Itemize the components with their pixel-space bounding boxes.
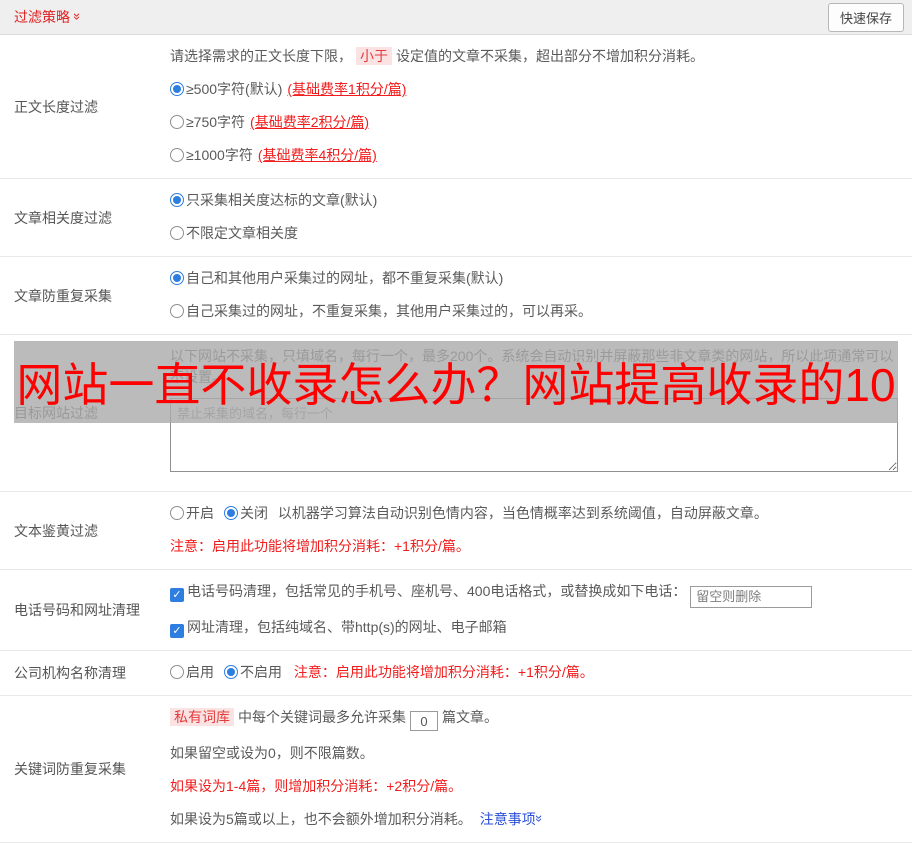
porn-filter-desc: 以机器学习算法自动识别色情内容，当色情概率达到系统阈值，自动屏蔽文章。 (278, 505, 768, 521)
company-clean-options: 启用 不启用 注意：启用此功能将增加积分消耗：+1积分/篇。 (170, 662, 898, 683)
row-label: 公司机构名称清理 (0, 651, 170, 695)
fee-note: (基础费率4积分/篇) (258, 147, 377, 163)
radio-dedupe-all-users[interactable] (170, 271, 184, 285)
radio-500-chars[interactable] (170, 82, 184, 96)
header-bar: 过滤策略 » 快速保存 (0, 0, 912, 35)
row-label: 文章相关度过滤 (0, 179, 170, 256)
radio-porn-filter-on[interactable] (170, 506, 184, 520)
keyword-limit-tail: 篇文章。 (442, 709, 498, 725)
keyword-note-5plus: 如果设为5篇或以上，也不会额外增加积分消耗。 (170, 811, 472, 827)
porn-filter-options: 开启 关闭 以机器学习算法自动识别色情内容，当色情概率达到系统阈值，自动屏蔽文章。 (170, 503, 898, 524)
row-anti-duplicate: 文章防重复采集 自己和其他用户采集过的网址，都不重复采集(默认) 自己采集过的网… (0, 257, 912, 335)
collapse-chevron-icon: » (71, 12, 84, 19)
row-content-length-filter: 正文长度过滤 请选择需求的正文长度下限，小于设定值的文章不采集，超出部分不增加积… (0, 35, 912, 179)
fee-note: (基础费率2积分/篇) (250, 114, 369, 130)
radio-label-on: 开启 (186, 505, 214, 521)
option-dedupe-self-only[interactable]: 自己采集过的网址，不重复采集，其他用户采集过的，可以再采。 (170, 301, 898, 322)
blocked-domains-textarea[interactable] (170, 398, 898, 472)
row-label: 文本鉴黄过滤 (0, 492, 170, 569)
option-label: ≥500字符(默认) (186, 81, 282, 97)
option-label: 只采集相关度达标的文章(默认) (186, 192, 377, 208)
row-company-name-cleaning: 公司机构名称清理 启用 不启用 注意：启用此功能将增加积分消耗：+1积分/篇。 (0, 651, 912, 696)
target-website-desc: 以下网站不采集，只填域名，每行一个，最多200个。系统会自动识别并屏蔽那些非文章… (170, 346, 898, 388)
link-chevron-icon: » (533, 815, 546, 822)
private-thesaurus-highlight: 私有词库 (170, 708, 234, 726)
row-porn-filter: 文本鉴黄过滤 开启 关闭 以机器学习算法自动识别色情内容，当色情概率达到系统阈值，… (0, 492, 912, 570)
phone-clean-label: 电话号码清理，包括常见的手机号、座机号、400电话格式，或替换成如下电话： (187, 583, 686, 599)
url-clean-label: 网址清理，包括纯域名、带http(s)的网址、电子邮箱 (187, 619, 507, 635)
keyword-note-5plus-line: 如果设为5篇或以上，也不会额外增加积分消耗。注意事项» (170, 809, 898, 830)
radio-label-off: 关闭 (240, 505, 268, 521)
radio-no-relevance-limit[interactable] (170, 226, 184, 240)
row-keyword-anti-duplicate: 关键词防重复采集 私有词库中每个关键词最多允许采集 篇文章。 如果留空或设为0，则… (0, 696, 912, 843)
option-no-relevance-limit[interactable]: 不限定文章相关度 (170, 223, 898, 244)
row-label: 目标网站过滤 (0, 335, 170, 491)
radio-company-clean-enable[interactable] (170, 665, 184, 679)
keyword-note-zero: 如果留空或设为0，则不限篇数。 (170, 743, 898, 764)
option-label: 不限定文章相关度 (186, 225, 298, 241)
content-length-intro: 请选择需求的正文长度下限，小于设定值的文章不采集，超出部分不增加积分消耗。 (170, 46, 898, 67)
row-label: 关键词防重复采集 (0, 696, 170, 843)
keyword-note-1-4: 如果设为1-4篇，则增加积分消耗：+2积分/篇。 (170, 776, 898, 797)
option-relevant-only[interactable]: 只采集相关度达标的文章(默认) (170, 190, 898, 211)
option-label: ≥1000字符 (186, 147, 253, 163)
porn-filter-note: 注意：启用此功能将增加积分消耗：+1积分/篇。 (170, 536, 898, 557)
less-than-highlight: 小于 (356, 47, 392, 65)
intro-text-post: 设定值的文章不采集，超出部分不增加积分消耗。 (396, 48, 704, 64)
radio-porn-filter-off[interactable] (224, 506, 238, 520)
row-label: 电话号码和网址清理 (0, 570, 170, 650)
row-relevance-filter: 文章相关度过滤 只采集相关度达标的文章(默认) 不限定文章相关度 (0, 179, 912, 257)
option-750-chars[interactable]: ≥750字符 (基础费率2积分/篇) (170, 112, 898, 133)
intro-text-pre: 请选择需求的正文长度下限， (170, 48, 352, 64)
notice-link-label: 注意事项 (480, 811, 536, 827)
keyword-limit-line: 私有词库中每个关键词最多允许采集 篇文章。 (170, 707, 898, 732)
company-clean-note: 注意：启用此功能将增加积分消耗：+1积分/篇。 (294, 664, 594, 680)
option-label: 自己和其他用户采集过的网址，都不重复采集(默认) (186, 270, 503, 286)
replacement-phone-input[interactable] (690, 586, 812, 608)
checkbox-url-clean[interactable]: ✓ (170, 624, 184, 638)
phone-clean-option: ✓电话号码清理，包括常见的手机号、座机号、400电话格式，或替换成如下电话： (170, 581, 898, 608)
checkbox-phone-clean[interactable]: ✓ (170, 588, 184, 602)
option-dedupe-all-users[interactable]: 自己和其他用户采集过的网址，都不重复采集(默认) (170, 268, 898, 289)
row-phone-url-cleaning: 电话号码和网址清理 ✓电话号码清理，包括常见的手机号、座机号、400电话格式，或… (0, 570, 912, 651)
filter-strategy-title[interactable]: 过滤策略 » (14, 7, 81, 27)
radio-dedupe-self-only[interactable] (170, 304, 184, 318)
radio-label-enable: 启用 (186, 664, 214, 680)
fee-note: (基础费率1积分/篇) (287, 81, 406, 97)
radio-label-disable: 不启用 (240, 664, 282, 680)
quick-save-button[interactable]: 快速保存 (828, 3, 904, 32)
radio-company-clean-disable[interactable] (224, 665, 238, 679)
option-label: 自己采集过的网址，不重复采集，其他用户采集过的，可以再采。 (186, 303, 592, 319)
notice-link[interactable]: 注意事项» (480, 811, 543, 827)
row-label: 文章防重复采集 (0, 257, 170, 334)
keyword-count-input[interactable] (410, 711, 438, 731)
row-target-website-filter: 目标网站过滤 以下网站不采集，只填域名，每行一个，最多200个。系统会自动识别并… (0, 335, 912, 492)
radio-relevant-only[interactable] (170, 193, 184, 207)
filter-strategy-label: 过滤策略 (14, 7, 70, 27)
keyword-limit-text: 中每个关键词最多允许采集 (238, 709, 406, 725)
url-clean-option: ✓网址清理，包括纯域名、带http(s)的网址、电子邮箱 (170, 617, 898, 638)
option-label: ≥750字符 (186, 114, 245, 130)
radio-750-chars[interactable] (170, 115, 184, 129)
radio-1000-chars[interactable] (170, 148, 184, 162)
row-label: 正文长度过滤 (0, 35, 170, 178)
option-1000-chars[interactable]: ≥1000字符 (基础费率4积分/篇) (170, 145, 898, 166)
option-500-chars[interactable]: ≥500字符(默认) (基础费率1积分/篇) (170, 79, 898, 100)
